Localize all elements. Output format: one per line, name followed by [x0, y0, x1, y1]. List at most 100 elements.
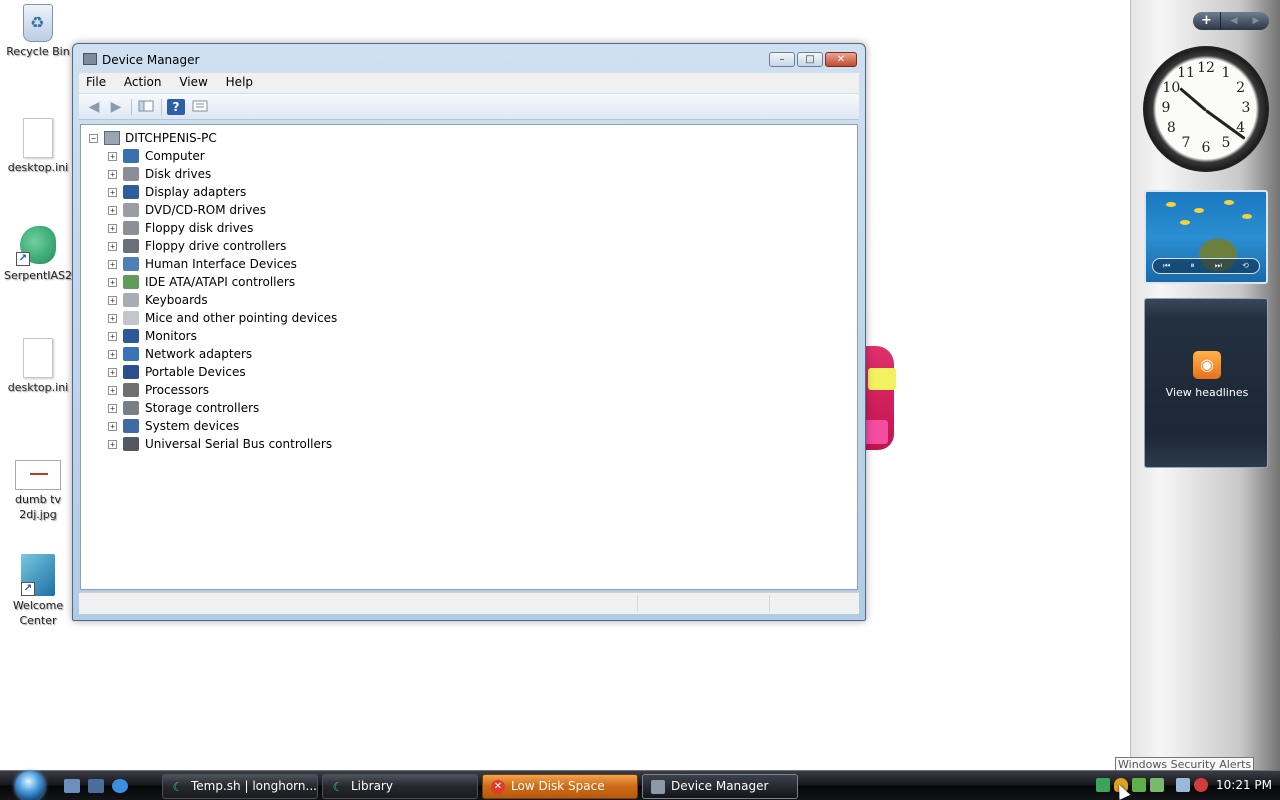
- taskbar-item-device-manager[interactable]: Device Manager: [642, 774, 798, 799]
- expand-toggle-icon[interactable]: +: [108, 259, 117, 269]
- switch-windows-icon[interactable]: [88, 779, 104, 793]
- menu-help[interactable]: Help: [219, 73, 260, 91]
- close-button[interactable]: ✕: [825, 52, 857, 67]
- tree-item[interactable]: + Display adapters: [108, 183, 246, 201]
- desktop-icon-dumb-tv[interactable]: dumb tv 2dj.jpg: [0, 452, 76, 522]
- fish-shape: [1224, 200, 1234, 205]
- show-desktop-icon[interactable]: [64, 779, 80, 793]
- clock-number: 1: [1221, 65, 1231, 82]
- collapse-toggle-icon[interactable]: −: [89, 133, 98, 143]
- tree-item[interactable]: + Floppy disk drives: [108, 219, 253, 237]
- desktop-icon-welcome-center[interactable]: ↗ Welcome Center: [0, 554, 76, 628]
- desktop-icon-desktop-ini-2[interactable]: desktop.ini: [0, 338, 76, 395]
- device-category-icon: [123, 383, 139, 397]
- status-cell: [637, 595, 769, 612]
- tree-root-label: DITCHPENIS-PC: [125, 131, 217, 145]
- expand-toggle-icon[interactable]: +: [108, 385, 117, 395]
- expand-toggle-icon[interactable]: +: [108, 187, 117, 197]
- expand-toggle-icon[interactable]: +: [108, 277, 117, 287]
- expand-toggle-icon[interactable]: +: [108, 439, 117, 449]
- tree-item-label: Keyboards: [145, 293, 208, 307]
- forward-arrow-icon[interactable]: ▶: [107, 99, 125, 115]
- device-tree-view[interactable]: − DITCHPENIS-PC + Computer + Disk drives + Di…: [80, 124, 858, 590]
- feed-headlines-gadget[interactable]: ◉ View headlines: [1144, 298, 1268, 468]
- expand-toggle-icon[interactable]: +: [108, 403, 117, 413]
- clock-number: 5: [1221, 134, 1231, 151]
- tree-item-label: Monitors: [145, 329, 197, 343]
- expand-toggle-icon[interactable]: +: [108, 169, 117, 179]
- tree-item[interactable]: + IDE ATA/ATAPI controllers: [108, 273, 295, 291]
- minimize-button[interactable]: –: [769, 52, 795, 67]
- properties-icon[interactable]: [191, 99, 209, 115]
- tray-app-icon[interactable]: [1132, 778, 1146, 792]
- slideshow-gadget[interactable]: ⏮ ⏸ ⏭ ⟲: [1144, 190, 1268, 284]
- tree-item[interactable]: + Computer: [108, 147, 205, 165]
- expand-toggle-icon[interactable]: +: [108, 313, 117, 323]
- tree-item[interactable]: + Human Interface Devices: [108, 255, 297, 273]
- volume-muted-icon[interactable]: [1194, 778, 1208, 792]
- desktop-icon-desktop-ini-1[interactable]: desktop.ini: [0, 118, 76, 175]
- expand-toggle-icon[interactable]: +: [108, 223, 117, 233]
- desktop-icon-serpent[interactable]: ↗ SerpentIAS2: [0, 224, 76, 283]
- start-button[interactable]: [9, 771, 53, 800]
- tree-item[interactable]: + DVD/CD-ROM drives: [108, 201, 266, 219]
- desktop-icon-label: SerpentIAS2: [3, 269, 73, 282]
- menu-file[interactable]: File: [79, 73, 113, 91]
- tree-item-label: Processors: [145, 383, 210, 397]
- expand-toggle-icon[interactable]: +: [108, 205, 117, 215]
- add-gadget-button[interactable]: +: [1193, 12, 1221, 30]
- clock-gadget[interactable]: 12 1 2 3 4 5 6 7 8 9 10 11: [1143, 46, 1269, 172]
- tree-root-computer[interactable]: − DITCHPENIS-PC: [89, 129, 217, 147]
- tree-item[interactable]: + Storage controllers: [108, 399, 259, 417]
- internet-explorer-icon[interactable]: [112, 779, 128, 793]
- sidebar-next-button[interactable]: ▶: [1245, 12, 1267, 30]
- expand-toggle-icon[interactable]: +: [108, 367, 117, 377]
- tree-item[interactable]: + System devices: [108, 417, 239, 435]
- network-icon[interactable]: [1176, 778, 1190, 792]
- device-manager-icon: [83, 53, 97, 65]
- tree-item[interactable]: + Keyboards: [108, 291, 208, 309]
- desktop-icon-recycle-bin[interactable]: Recycle Bin: [0, 4, 76, 59]
- expand-toggle-icon[interactable]: +: [108, 241, 117, 251]
- view-headlines-link[interactable]: View headlines: [1145, 386, 1269, 399]
- tree-item-label: Disk drives: [145, 167, 212, 181]
- menu-view[interactable]: View: [172, 73, 214, 91]
- back-arrow-icon[interactable]: ◀: [85, 99, 103, 115]
- tree-item[interactable]: + Universal Serial Bus controllers: [108, 435, 332, 453]
- sidebar-prev-button[interactable]: ◀: [1223, 12, 1245, 30]
- toolbar-separator: [131, 99, 132, 115]
- tree-item[interactable]: + Processors: [108, 381, 209, 399]
- tree-item[interactable]: + Floppy drive controllers: [108, 237, 286, 255]
- next-icon[interactable]: ⏭: [1215, 259, 1222, 273]
- pause-icon[interactable]: ⏸: [1191, 259, 1195, 273]
- tree-item[interactable]: + Monitors: [108, 327, 197, 345]
- expand-toggle-icon[interactable]: +: [108, 151, 117, 161]
- device-category-icon: [123, 275, 139, 289]
- maximize-button[interactable]: □: [797, 52, 823, 67]
- view-icon[interactable]: ⟲: [1242, 259, 1249, 273]
- expand-toggle-icon[interactable]: +: [108, 421, 117, 431]
- device-manager-window[interactable]: Device Manager – □ ✕ File Action View He…: [72, 43, 866, 621]
- expand-toggle-icon[interactable]: +: [108, 295, 117, 305]
- tree-item[interactable]: + Network adapters: [108, 345, 252, 363]
- tree-item[interactable]: + Mice and other pointing devices: [108, 309, 337, 327]
- tree-item-label: Network adapters: [145, 347, 253, 361]
- taskbar-item-label: Low Disk Space: [511, 779, 605, 793]
- expand-toggle-icon[interactable]: +: [108, 349, 117, 359]
- show-hide-console-tree-icon[interactable]: [137, 99, 155, 115]
- help-icon[interactable]: ?: [167, 99, 185, 115]
- previous-icon[interactable]: ⏮: [1163, 259, 1170, 273]
- title-bar[interactable]: Device Manager – □ ✕: [73, 44, 865, 74]
- device-category-icon: [123, 293, 139, 307]
- taskbar-item-temp-sh[interactable]: ☾ Temp.sh | longhorn...: [162, 774, 318, 799]
- menu-bar: File Action View Help: [79, 73, 859, 93]
- taskbar-item-low-disk-space[interactable]: ✕ Low Disk Space: [482, 774, 638, 799]
- taskbar-clock[interactable]: 10:21 PM: [1216, 778, 1272, 792]
- tree-item[interactable]: + Disk drives: [108, 165, 211, 183]
- expand-toggle-icon[interactable]: +: [108, 331, 117, 341]
- tray-app-icon[interactable]: [1150, 778, 1164, 792]
- network-status-icon[interactable]: [1096, 778, 1110, 792]
- tree-item[interactable]: + Portable Devices: [108, 363, 246, 381]
- taskbar-item-library[interactable]: ☾ Library: [322, 774, 478, 799]
- menu-action[interactable]: Action: [117, 73, 169, 91]
